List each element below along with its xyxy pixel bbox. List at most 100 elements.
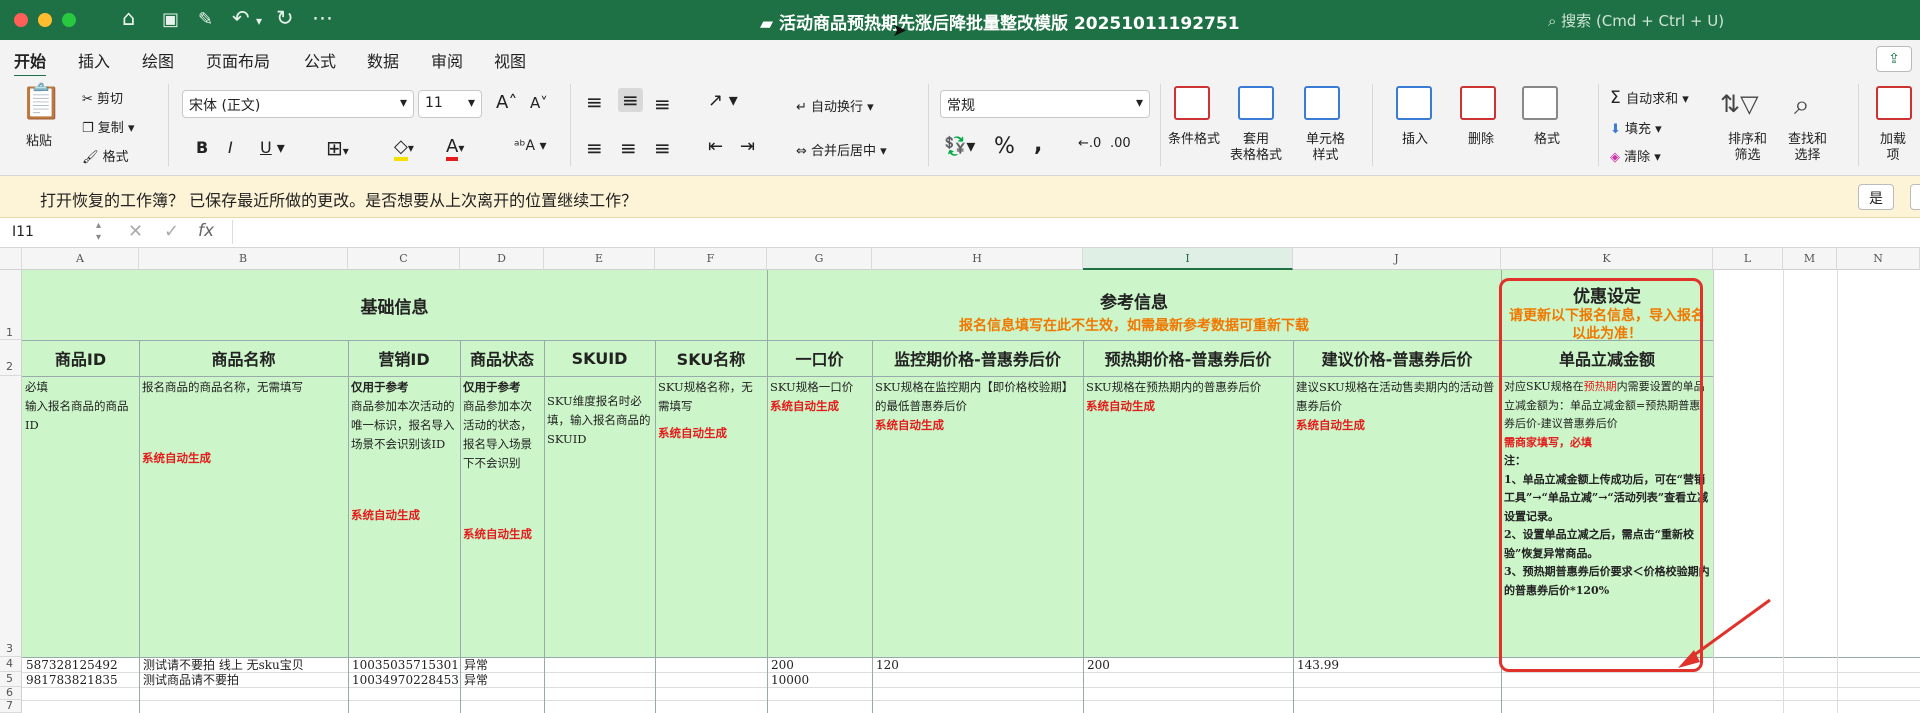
orientation-icon[interactable]: ↗ ▾ [708, 90, 738, 111]
row4-status[interactable]: 异常 [460, 657, 544, 672]
row-header-4[interactable]: 4 [0, 657, 22, 672]
row5-marketing-id[interactable]: 10034970228453 [348, 672, 460, 687]
close-window-button[interactable] [14, 13, 28, 27]
home-icon[interactable]: ⌂ [122, 6, 135, 30]
column-header-m[interactable]: M [1783, 248, 1837, 270]
row-header-1[interactable]: 1 [0, 270, 22, 340]
increase-indent-icon[interactable]: ⇥ [740, 136, 755, 157]
column-header-e[interactable]: E [544, 248, 655, 270]
row4-product-id[interactable]: 587328125492 [22, 657, 139, 672]
autosum-button[interactable]: Σ 自动求和 ▾ [1610, 88, 1689, 108]
percent-icon[interactable]: % [994, 134, 1015, 159]
column-header-d[interactable]: D [460, 248, 544, 270]
header-suggested-price[interactable]: 建议价格-普惠券后价 [1293, 340, 1501, 376]
desc-preheat-price[interactable]: SKU规格在预热期内的普惠券后价 系统自动生成 [1083, 376, 1293, 657]
row4-preheat-price[interactable]: 200 [1083, 657, 1293, 672]
align-top-icon[interactable]: ≡ [586, 90, 603, 114]
confirm-icon[interactable]: ✓ [164, 221, 179, 242]
decrease-decimal-icon[interactable]: .00 [1110, 136, 1131, 151]
edit-icon[interactable]: ✎ [198, 9, 213, 30]
row-header-3[interactable]: 3 [0, 376, 22, 657]
row4-marketing-id[interactable]: 10035035715301 [348, 657, 460, 672]
desc-product-id[interactable]: 必填 输入报名商品的商品ID [22, 376, 139, 657]
align-right-icon[interactable]: ≡ [654, 136, 671, 160]
header-marketing-id[interactable]: 营销ID [348, 340, 460, 376]
desc-marketing-id[interactable]: 仅用于参考 商品参加本次活动的唯一标识，报名导入场景不会识别该ID 系统自动生成 [348, 376, 460, 657]
desc-monitor-price[interactable]: SKU规格在监控期内【即价格校验期】的最低普惠券后价 系统自动生成 [872, 376, 1083, 657]
table-format-button[interactable]: 套用 表格格式 [1230, 132, 1282, 164]
row4-product-name[interactable]: 测试请不要拍 线上 无sku宝贝 [139, 657, 348, 672]
name-box-stepper-icon[interactable]: ▴ ▾ [96, 220, 101, 244]
format-cells-button[interactable]: 格式 [1534, 132, 1560, 148]
cell-style-button[interactable]: 单元格 样式 [1306, 132, 1345, 164]
row-header-2[interactable]: 2 [0, 340, 22, 376]
column-header-c[interactable]: C [348, 248, 460, 270]
cell-style-icon[interactable] [1304, 86, 1340, 120]
bold-button[interactable]: B [196, 138, 208, 157]
column-header-i[interactable]: I [1083, 248, 1293, 270]
select-all-corner[interactable] [0, 248, 22, 270]
comma-icon[interactable]: , [1034, 132, 1042, 157]
undo-icon[interactable]: ↶ [232, 6, 250, 30]
paste-icon[interactable]: 📋 [20, 82, 62, 122]
header-product-id[interactable]: 商品ID [22, 340, 139, 376]
desc-product-name[interactable]: 报名商品的商品名称，无需填写 系统自动生成 [139, 376, 348, 657]
insert-function-icon[interactable]: fx [198, 221, 214, 241]
font-color-icon[interactable]: A▾ [446, 136, 464, 161]
tab-view[interactable]: 视图 [494, 48, 526, 72]
undo-dropdown-icon[interactable]: ▾ [256, 14, 262, 28]
share-button[interactable]: ⇪ [1876, 46, 1912, 72]
align-left-icon[interactable]: ≡ [586, 136, 603, 160]
tab-insert[interactable]: 插入 [78, 48, 110, 72]
increase-decimal-icon[interactable]: ←.0 [1078, 136, 1101, 151]
insert-cells-icon[interactable] [1396, 86, 1432, 120]
paste-button[interactable]: 粘贴 [26, 134, 52, 150]
column-header-k[interactable]: K [1501, 248, 1713, 270]
align-center-icon[interactable]: ≡ [620, 136, 637, 160]
insert-cells-button[interactable]: 插入 [1402, 132, 1428, 148]
header-skuid[interactable]: SKUID [544, 340, 655, 376]
format-painter-button[interactable]: 🖌 格式 [82, 146, 129, 165]
recovery-yes-button[interactable]: 是 [1858, 184, 1894, 210]
redo-icon[interactable]: ↻ [276, 6, 294, 30]
row5-status[interactable]: 异常 [460, 672, 544, 687]
conditional-format-icon[interactable] [1174, 86, 1210, 120]
addins-icon[interactable] [1876, 86, 1912, 120]
column-header-j[interactable]: J [1293, 248, 1501, 270]
fill-color-icon[interactable]: ◇▾ [394, 136, 414, 161]
clear-button[interactable]: ◈ 清除 ▾ [1610, 146, 1661, 165]
row4-suggested-price[interactable]: 143.99 [1293, 657, 1501, 672]
recovery-no-button[interactable] [1910, 184, 1920, 210]
header-list-price[interactable]: 一口价 [767, 340, 872, 376]
table-format-icon[interactable] [1238, 86, 1274, 120]
cancel-icon[interactable]: ✕ [128, 221, 143, 242]
desc-product-status[interactable]: 仅用于参考 商品参加本次活动的状态，报名导入场景下不会识别 系统自动生成 [460, 376, 544, 657]
wrap-text-button[interactable]: ↵ 自动换行 ▾ [796, 96, 874, 115]
borders-icon[interactable]: ⊞▾ [326, 136, 349, 160]
align-middle-icon[interactable]: ≡ [618, 88, 643, 112]
column-header-h[interactable]: H [872, 248, 1083, 270]
desc-skuid[interactable]: SKU维度报名时必填，输入报名商品的SKUID [544, 376, 655, 657]
align-bottom-icon[interactable]: ≡ [654, 92, 671, 116]
header-product-name[interactable]: 商品名称 [139, 340, 348, 376]
formula-input[interactable] [232, 220, 1912, 244]
group-basic-info[interactable]: 基础信息 [22, 270, 767, 340]
sort-filter-icon[interactable]: ⇅▽ [1720, 90, 1759, 118]
header-preheat-price[interactable]: 预热期价格-普惠券后价 [1083, 340, 1293, 376]
tab-home[interactable]: 开始 [14, 48, 47, 78]
column-header-a[interactable]: A [22, 248, 139, 270]
decrease-indent-icon[interactable]: ⇤ [708, 136, 723, 157]
font-select[interactable]: 宋体 (正文) ▾ [182, 90, 414, 118]
tab-draw[interactable]: 绘图 [142, 48, 174, 72]
accounting-icon[interactable]: 💱▾ [944, 136, 975, 157]
row4-monitor-price[interactable]: 120 [872, 657, 1083, 672]
merge-center-button[interactable]: ⇔ 合并后居中 ▾ [796, 140, 887, 159]
conditional-format-button[interactable]: 条件格式 [1168, 132, 1220, 148]
copy-button[interactable]: ❐ 复制 ▾ [82, 117, 134, 136]
header-monitor-price[interactable]: 监控期价格-普惠券后价 [872, 340, 1083, 376]
save-icon[interactable]: ▣ [162, 9, 179, 30]
minimize-window-button[interactable] [38, 13, 52, 27]
italic-button[interactable]: I [228, 138, 233, 157]
grow-font-icon[interactable]: A˄ [496, 92, 517, 113]
column-header-g[interactable]: G [767, 248, 872, 270]
